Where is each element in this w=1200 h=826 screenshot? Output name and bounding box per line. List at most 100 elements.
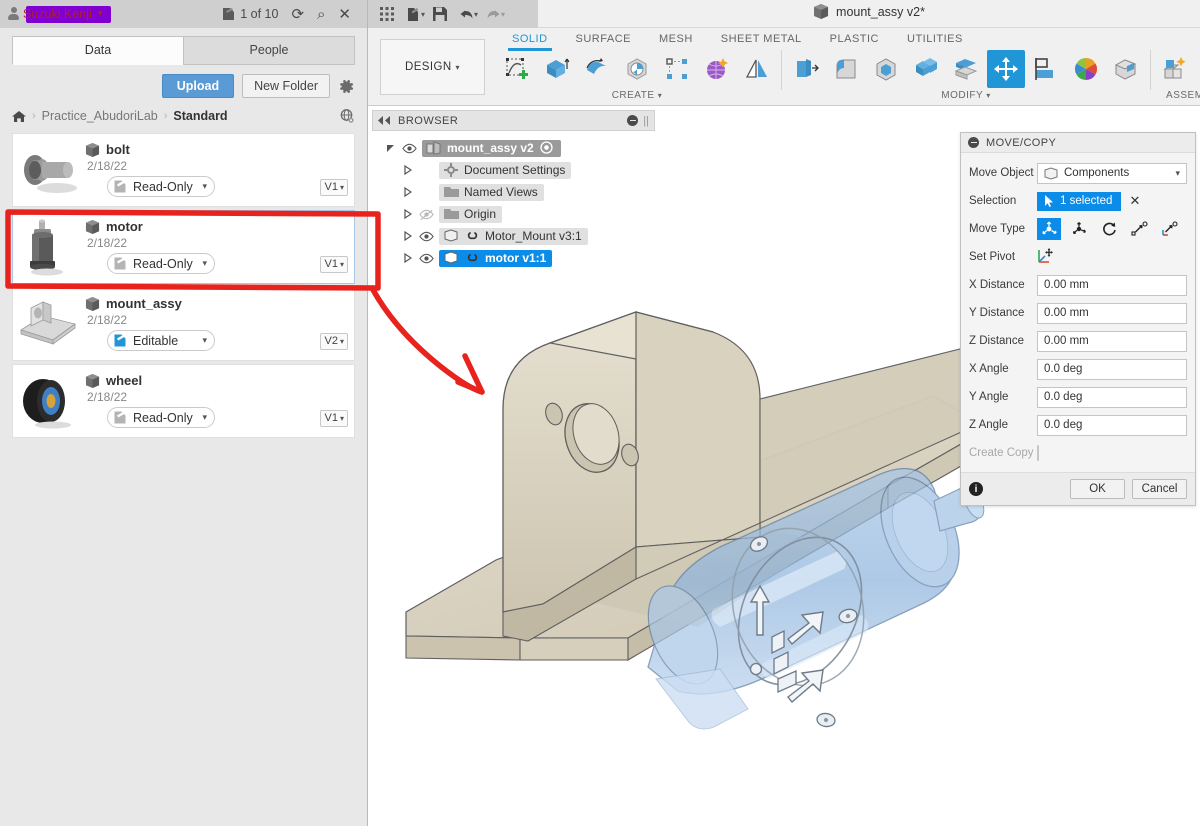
item-version-dropdown[interactable]: V1 ▾ — [319, 256, 348, 273]
eye-visible-icon[interactable] — [419, 230, 434, 243]
input-z-distance[interactable]: 0.00 mm — [1037, 330, 1187, 352]
chevron-down-icon-redo[interactable]: ▾ — [501, 10, 505, 19]
data-item-wheel[interactable]: wheel 2/18/22 Read-Only ▾ V1 ▾ — [12, 364, 355, 438]
physical-material-icon[interactable] — [1107, 50, 1145, 88]
expander-open-icon[interactable] — [387, 144, 394, 152]
point-to-point-icon[interactable] — [1127, 218, 1151, 240]
ribbon-tab-utilities[interactable]: UTILITIES — [893, 30, 977, 49]
item-version-dropdown[interactable]: V1 ▾ — [319, 179, 348, 196]
input-x-angle[interactable]: 0.0 deg — [1037, 358, 1187, 380]
data-item-bolt[interactable]: bolt 2/18/22 Read-Only ▾ V1 ▾ — [12, 133, 355, 207]
user-account-chip[interactable]: Suzuki Kenji ▾ — [8, 5, 111, 23]
create-copy-checkbox[interactable] — [1037, 445, 1039, 461]
input-x-distance[interactable]: 0.00 mm — [1037, 274, 1187, 296]
browser-node-document-settings[interactable]: Document Settings — [372, 159, 655, 181]
target-icon[interactable] — [540, 141, 553, 154]
translate-axis-icon[interactable] — [1067, 218, 1091, 240]
eye-hidden-icon[interactable] — [419, 208, 434, 221]
mirror-icon[interactable] — [738, 50, 776, 88]
browser-node-motor_mount-v3-1[interactable]: Motor_Mount v3:1 — [372, 225, 655, 247]
document-tab[interactable]: mount_assy v2* — [813, 4, 925, 19]
point-to-position-icon[interactable] — [1157, 218, 1181, 240]
expander-closed-icon[interactable] — [403, 209, 412, 219]
browser-node-named-views[interactable]: Named Views — [372, 181, 655, 203]
data-item-mount_assy[interactable]: mount_assy 2/18/22 Editable ▾ V2 ▾ — [12, 287, 355, 361]
ribbon-group-label-create[interactable]: CREATE ▾ — [612, 90, 663, 101]
browser-node-mount_assy-v2[interactable]: mount_assy v2 — [372, 137, 655, 159]
create-form-icon[interactable] — [698, 50, 736, 88]
joint-icon[interactable] — [1196, 50, 1200, 88]
press-pull-icon[interactable] — [787, 50, 825, 88]
ribbon-tab-surface[interactable]: SURFACE — [562, 30, 645, 49]
item-version-dropdown[interactable]: V1 ▾ — [319, 410, 348, 427]
move-copy-icon[interactable] — [987, 50, 1025, 88]
input-y-distance[interactable]: 0.00 mm — [1037, 302, 1187, 324]
pattern-icon[interactable] — [658, 50, 696, 88]
item-version-dropdown[interactable]: V2 ▾ — [319, 333, 348, 350]
field-label-selection: Selection — [969, 195, 1017, 207]
ok-button[interactable]: OK — [1070, 479, 1125, 499]
new-folder-button[interactable]: New Folder — [242, 74, 330, 98]
sweep-icon[interactable] — [618, 50, 656, 88]
ribbon-tab-mesh[interactable]: MESH — [645, 30, 707, 49]
thumbnail-bolt — [24, 155, 77, 193]
home-icon[interactable] — [12, 110, 26, 123]
close-icon[interactable]: ✕ — [338, 7, 351, 22]
minus-circle-icon[interactable] — [627, 115, 639, 126]
set-pivot-icon[interactable] — [1037, 247, 1055, 267]
chevron-down-icon-undo[interactable]: ▾ — [474, 10, 478, 19]
browser-node-origin[interactable]: Origin — [372, 203, 655, 225]
input-z-angle[interactable]: 0.0 deg — [1037, 414, 1187, 436]
expander-closed-icon[interactable] — [403, 187, 412, 197]
data-item-motor[interactable]: motor 2/18/22 Read-Only ▾ V1 ▾ — [12, 210, 355, 284]
revolve-icon[interactable] — [578, 50, 616, 88]
clear-selection-icon[interactable]: ✕ — [1129, 193, 1140, 209]
cancel-button[interactable]: Cancel — [1132, 479, 1187, 499]
chevron-down-icon-new[interactable]: ▾ — [421, 10, 425, 19]
item-status-dropdown[interactable]: Read-Only ▾ — [107, 407, 215, 428]
move-object-select[interactable]: Components ▾ — [1037, 162, 1187, 184]
extrude-icon[interactable] — [538, 50, 576, 88]
ribbon-tab-sheet-metal[interactable]: SHEET METAL — [707, 30, 816, 49]
free-move-icon[interactable] — [1037, 218, 1061, 240]
new-component-icon[interactable] — [1156, 50, 1194, 88]
refresh-icon[interactable]: ⟳ — [291, 7, 304, 22]
shell-icon[interactable] — [867, 50, 905, 88]
align-icon[interactable] — [1027, 50, 1065, 88]
grip-icon[interactable]: || — [643, 115, 649, 127]
ribbon-tab-plastic[interactable]: PLASTIC — [816, 30, 893, 49]
ribbon-group-label-modify[interactable]: MODIFY ▾ — [941, 90, 991, 101]
appearance-icon[interactable] — [1067, 50, 1105, 88]
rotate-icon[interactable] — [1097, 218, 1121, 240]
minus-circle-icon-dialog[interactable] — [968, 137, 979, 148]
upload-button[interactable]: Upload — [161, 74, 235, 98]
item-status-dropdown[interactable]: Read-Only ▾ — [107, 176, 215, 197]
selection-chip[interactable]: 1 selected — [1037, 191, 1122, 211]
ribbon-tab-solid[interactable]: SOLID — [498, 30, 562, 51]
eye-visible-icon[interactable] — [419, 252, 434, 265]
tab-data[interactable]: Data — [12, 36, 183, 65]
globe-icon[interactable] — [339, 108, 355, 124]
expander-closed-icon[interactable] — [403, 253, 412, 263]
item-status-dropdown[interactable]: Editable ▾ — [107, 330, 215, 351]
fillet-icon[interactable] — [827, 50, 865, 88]
save-icon[interactable] — [427, 2, 453, 26]
browser-node-motor-v1-1[interactable]: motor v1:1 — [372, 247, 655, 269]
eye-visible-icon[interactable] — [402, 142, 417, 155]
expander-closed-icon[interactable] — [403, 165, 412, 175]
tab-people[interactable]: People — [183, 36, 355, 65]
app-grid-icon[interactable] — [374, 2, 400, 26]
workspace-selector[interactable]: DESIGN ▾ — [380, 39, 485, 95]
breadcrumb-project[interactable]: Practice_AbudoriLab — [42, 109, 158, 123]
thumbnail-wheel — [23, 379, 71, 429]
combine-icon[interactable] — [907, 50, 945, 88]
expander-closed-icon[interactable] — [403, 231, 412, 241]
input-y-angle[interactable]: 0.0 deg — [1037, 386, 1187, 408]
create-sketch-icon[interactable] — [498, 50, 536, 88]
offset-face-icon[interactable] — [947, 50, 985, 88]
item-status-dropdown[interactable]: Read-Only ▾ — [107, 253, 215, 274]
info-icon[interactable]: i — [969, 482, 983, 496]
search-icon[interactable]: ⌕ — [317, 7, 325, 22]
collapse-left-icon[interactable] — [378, 116, 391, 125]
gear-icon[interactable] — [338, 78, 355, 95]
